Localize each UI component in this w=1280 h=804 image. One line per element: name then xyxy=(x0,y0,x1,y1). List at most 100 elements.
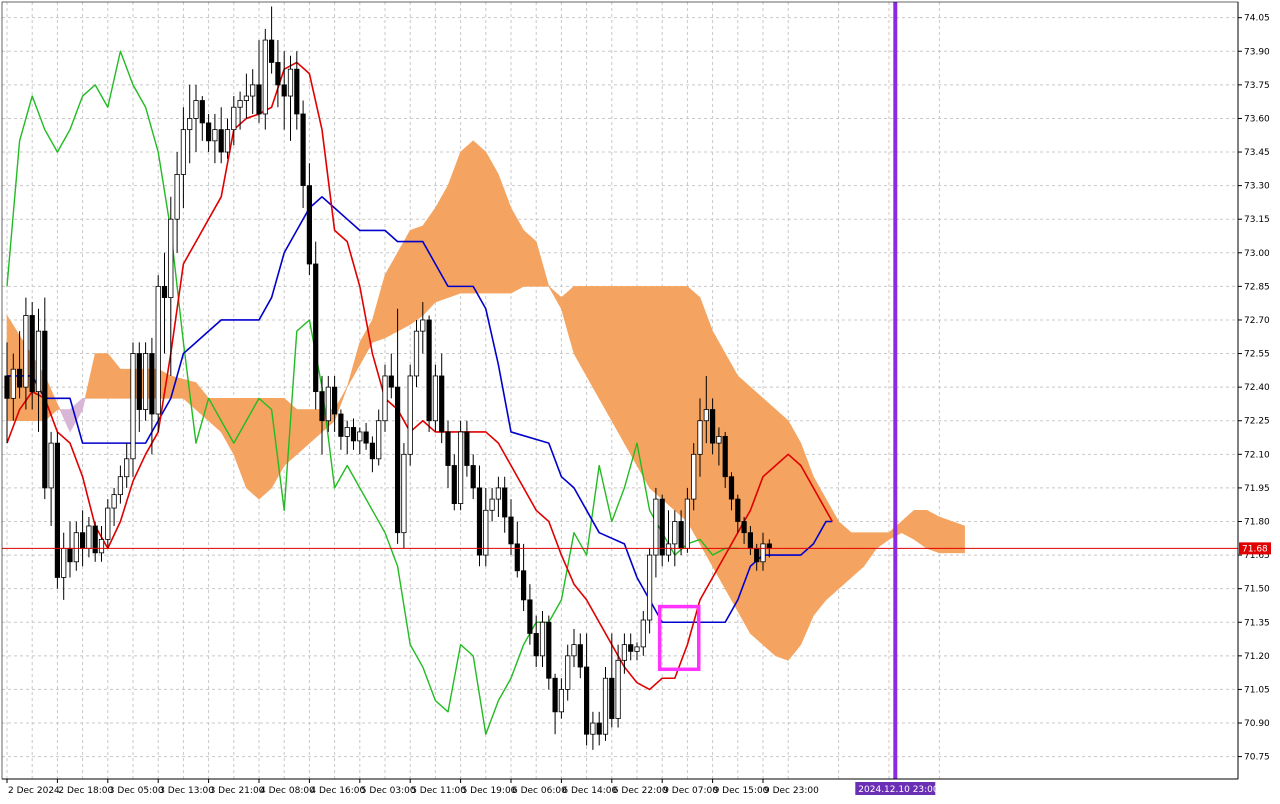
candle-bullish xyxy=(180,129,186,175)
kumo-bullish-segment xyxy=(589,286,594,389)
candle-bearish xyxy=(300,113,306,187)
candle-bearish xyxy=(363,431,369,444)
candle-bullish xyxy=(174,174,180,220)
candle-bearish xyxy=(464,431,470,466)
kumo-bullish-segment xyxy=(220,398,225,439)
kumo-bullish-segment xyxy=(746,383,751,635)
kumo-bullish-segment xyxy=(627,286,632,456)
y-tick-label: 73.00 xyxy=(1244,249,1270,259)
candle-bullish xyxy=(105,507,111,540)
kumo-bullish-segment xyxy=(592,286,597,394)
candle-bullish xyxy=(590,722,596,735)
x-tick-label: 4 Dec 16:00 xyxy=(310,786,365,796)
candle-bullish xyxy=(691,453,697,500)
kumo-bullish-segment xyxy=(866,532,871,563)
candle-bearish xyxy=(546,621,552,679)
candle-bearish xyxy=(426,319,432,422)
kumo-bullish-segment xyxy=(614,286,619,434)
candle-bearish xyxy=(199,100,205,124)
candle-bullish xyxy=(703,409,709,422)
kumo-bullish-segment xyxy=(680,286,685,520)
kumo-bullish-segment xyxy=(498,174,502,294)
candle-bearish xyxy=(394,386,401,534)
kumo-bullish-segment xyxy=(917,509,921,545)
kumo-bullish-segment xyxy=(935,514,940,554)
kumo-bullish-segment xyxy=(463,145,468,294)
candle-bullish xyxy=(117,476,123,496)
kumo-bullish-segment xyxy=(576,286,581,366)
kumo-bullish-segment xyxy=(387,262,392,337)
candle-bearish xyxy=(338,413,344,437)
candle-bearish xyxy=(4,375,10,399)
candle-bullish xyxy=(111,494,117,509)
y-tick-label: 71.35 xyxy=(1244,618,1270,628)
candle-bullish xyxy=(413,330,420,377)
candle-bearish xyxy=(306,185,313,265)
candle-bullish xyxy=(634,646,640,652)
candle-bullish xyxy=(376,420,382,460)
kumo-bullish-segment xyxy=(913,509,918,543)
candle-bearish xyxy=(659,498,665,556)
kumo-bullish-segment xyxy=(879,532,884,547)
kumo-bullish-segment xyxy=(835,514,839,593)
y-tick-label: 71.95 xyxy=(1244,484,1270,494)
y-tick-label: 72.10 xyxy=(1244,450,1270,460)
kumo-bullish-segment xyxy=(642,286,647,484)
kumo-bullish-segment xyxy=(302,409,307,450)
candle-bearish xyxy=(256,84,262,115)
candle-bullish xyxy=(565,655,571,690)
kumo-bullish-segment xyxy=(910,509,915,540)
candle-bullish xyxy=(558,689,565,713)
candle-bullish xyxy=(250,84,256,97)
candle-bullish xyxy=(155,285,161,415)
y-tick-label: 71.80 xyxy=(1244,517,1270,527)
kumo-bullish-segment xyxy=(573,286,578,361)
kumo-bullish-segment xyxy=(882,532,887,545)
kumo-bullish-segment xyxy=(242,398,247,489)
candle-bearish xyxy=(735,498,741,522)
kumo-bullish-segment xyxy=(876,532,880,549)
y-tick-label: 72.40 xyxy=(1244,383,1270,393)
kumo-bullish-segment xyxy=(510,206,515,294)
kumo-bullish-segment xyxy=(816,481,821,613)
kumo-bullish-segment xyxy=(813,475,817,617)
kumo-bullish-segment xyxy=(633,286,638,467)
kumo-bullish-segment xyxy=(611,286,616,428)
candle-bearish xyxy=(710,409,716,444)
candle-bearish xyxy=(275,62,281,86)
chart-window[interactable]: 74.05 73.90 73.75 73.60 73.45 73.30 73.15 73.00… xyxy=(0,0,1280,800)
kumo-bullish-segment xyxy=(268,398,272,492)
ichimoku-candlestick-chart[interactable]: 74.05 73.90 73.75 73.60 73.45 73.30 73.15 73.00… xyxy=(0,0,1280,800)
kumo-bullish-segment xyxy=(441,190,446,301)
kumo-bullish-segment xyxy=(841,523,846,587)
kumo-bullish-segment xyxy=(123,368,127,399)
candle-bearish xyxy=(67,547,73,563)
kumo-bullish-segment xyxy=(661,286,666,503)
kumo-bullish-segment xyxy=(233,398,238,463)
candle-bullish xyxy=(420,319,426,332)
kumo-bullish-segment xyxy=(176,377,181,399)
x-tick-label: 2 Dec 2024 xyxy=(8,786,60,796)
candle-bearish xyxy=(747,532,754,549)
kumo-bullish-segment xyxy=(246,398,250,492)
kumo-bullish-segment xyxy=(901,518,906,535)
candle-bullish xyxy=(382,375,388,422)
kumo-bullish-segment xyxy=(734,369,739,613)
kumo-bullish-segment xyxy=(390,257,395,336)
candle-bullish xyxy=(187,118,193,131)
kumo-bullish-segment xyxy=(296,409,301,455)
y-tick-label: 71.50 xyxy=(1244,585,1270,595)
kumo-bullish-segment xyxy=(513,212,518,292)
kumo-bullish-segment xyxy=(929,511,934,552)
kumo-bullish-segment xyxy=(586,286,591,383)
candle-bullish xyxy=(124,458,130,478)
kumo-bullish-segment xyxy=(652,286,657,495)
candle-bullish xyxy=(401,453,407,534)
kumo-bullish-segment xyxy=(403,234,408,329)
y-tick-label: 70.75 xyxy=(1244,753,1270,763)
kumo-bullish-segment xyxy=(469,140,474,294)
kumo-bullish-segment xyxy=(819,486,824,609)
kumo-bullish-segment xyxy=(595,286,600,400)
y-tick-label: 70.90 xyxy=(1244,719,1270,729)
kumo-bullish-segment xyxy=(671,286,676,511)
